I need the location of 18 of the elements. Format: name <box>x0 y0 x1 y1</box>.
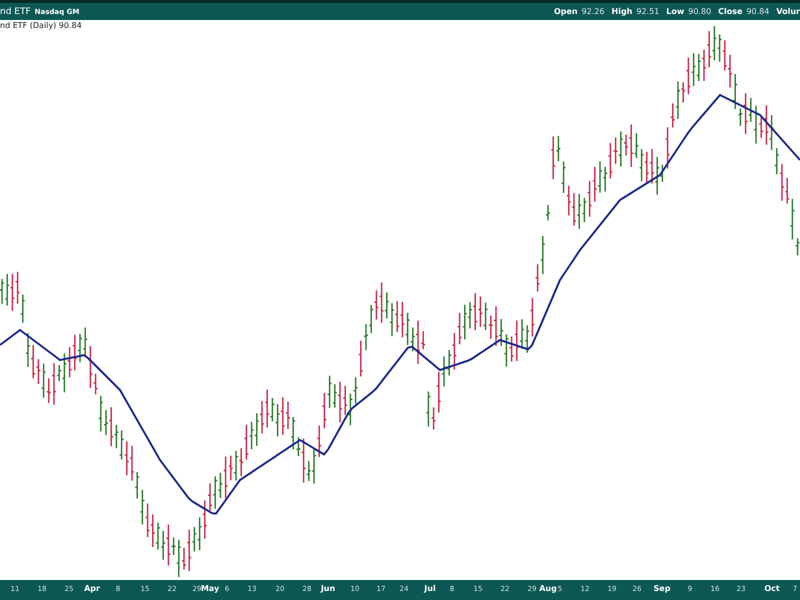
date-tick-label: Jun <box>320 584 336 593</box>
quote-label: High <box>612 7 632 16</box>
quote-value: 90.84 <box>746 7 770 16</box>
quote-value: 90.80 <box>688 7 712 16</box>
chart-legend: nd ETF (Daily) 90.84 <box>0 21 82 30</box>
quote-label: Volur <box>776 7 800 16</box>
quote-label: Close <box>718 7 742 16</box>
quote-label: Low <box>666 7 684 16</box>
chart-title: nd ETF <box>0 6 31 16</box>
date-tick-label: Oct <box>764 584 780 593</box>
date-tick-label: Jul <box>424 584 436 593</box>
quote-value: 92.51 <box>636 7 660 16</box>
date-tick-label: Apr <box>84 584 100 593</box>
quote-value: 92.26 <box>582 7 604 16</box>
date-tick-label: Sep <box>654 584 670 593</box>
date-tick-label: May <box>200 584 220 593</box>
quote-label: Open <box>554 7 578 16</box>
date-tick-label: Aug <box>539 584 557 593</box>
